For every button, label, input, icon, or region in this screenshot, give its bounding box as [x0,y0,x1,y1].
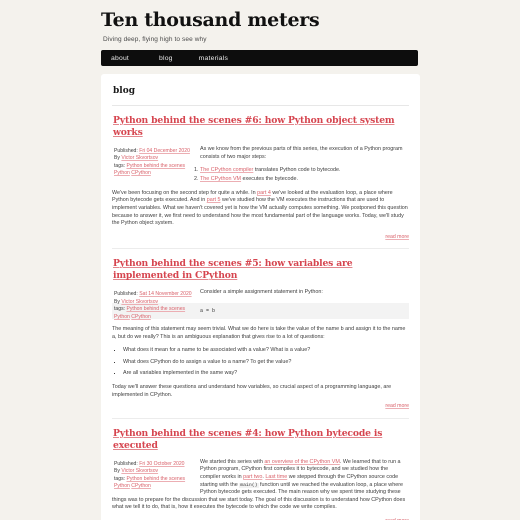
tag-link[interactable]: CPython [131,170,151,176]
author-link[interactable]: Victor Skvortsov [121,299,158,305]
published-label: Published: [114,460,138,467]
site-tagline: Diving deep, flying high to see why [103,36,207,43]
question-list: What does it mean for a name to be assoc… [112,347,409,378]
published-label: Published: [114,291,138,298]
step-text: translates Python code to bytecode. [253,167,341,174]
tag-link[interactable]: CPython [131,314,151,320]
step-link[interactable]: The CPython compiler [200,167,253,173]
main-navigation: about blog materials [101,50,418,66]
article-divider [112,417,409,419]
page-title: blog [113,86,136,96]
read-more-link[interactable]: read more [385,403,409,409]
tags-label: tags: [114,306,126,313]
content-card: blog Python behind the scenes #6: how Py… [101,74,420,520]
inline-link-part5[interactable]: part 5 [207,197,221,203]
inline-link-overview[interactable]: an overview of the CPython VM [264,459,340,465]
read-more-row: read more [112,234,409,242]
tags-label: tags: [114,162,126,169]
article-post-5: Python behind the scenes #5: how variabl… [112,258,409,410]
article-post-6: Python behind the scenes #6: how Python … [112,115,409,241]
nav-item-about[interactable]: about [111,55,129,62]
tag-link[interactable]: Python [114,170,130,176]
article-divider [112,248,409,250]
inline-link-part4[interactable]: part 4 [257,190,271,196]
site-title: Ten thousand meters [101,9,320,31]
article-title-link[interactable]: Python behind the scenes #5: how variabl… [113,258,409,282]
article-meta: Published: Fri 04 December 2020 By Victo… [114,148,192,178]
author-link[interactable]: Victor Skvortsov [121,155,158,161]
article-body: Published: Fri 04 December 2020 By Victo… [112,146,409,241]
by-label: By [114,298,120,305]
step-link[interactable]: The CPython VM [200,176,241,182]
by-label: By [114,155,120,162]
text-run: We started this series with [200,458,265,465]
list-item: What does CPython do to assign a value t… [123,359,409,367]
article-title-link[interactable]: Python behind the scenes #6: how Python … [113,115,409,139]
published-date[interactable]: Fri 04 December 2020 [139,148,190,154]
paragraph: We've been focusing on the second step f… [112,190,409,228]
paragraph: Today we'll answer these questions and u… [112,384,392,398]
title-divider [112,105,409,106]
published-label: Published: [114,148,138,154]
blog-page: Ten thousand meters Diving deep, flying … [0,0,520,520]
article-body: Published: Sat 14 November 2020 By Victo… [112,289,409,410]
by-label: By [114,468,120,475]
tag-link[interactable]: Python [114,483,130,489]
tag-link[interactable]: Python behind the scenes [126,163,185,169]
author-link[interactable]: Victor Skvortsov [121,468,158,474]
inline-link-part-two[interactable]: part two [243,474,262,480]
article-meta: Published: Sat 14 November 2020 By Victo… [114,291,192,321]
list-item: What does it mean for a name to be assoc… [123,347,409,355]
article-post-4: Python behind the scenes #4: how Python … [112,428,409,520]
published-date[interactable]: Sat 14 November 2020 [139,291,191,297]
list-item: Are all variables implemented in the sam… [123,370,409,378]
inline-code: main() [239,482,259,488]
tag-link[interactable]: Python behind the scenes [126,476,185,482]
read-more-link[interactable]: read more [385,234,409,240]
nav-item-materials[interactable]: materials [199,55,228,62]
read-more-row: read more [112,403,409,411]
tag-link[interactable]: Python behind the scenes [126,306,185,312]
article-title-link[interactable]: Python behind the scenes #4: how Python … [113,428,409,452]
site-masthead: Ten thousand meters Diving deep, flying … [0,0,520,43]
tag-link[interactable]: CPython [131,483,151,489]
step-text: executes the bytecode. [241,176,298,183]
nav-item-blog[interactable]: blog [159,55,173,62]
inline-link-last-time[interactable]: Last time [265,474,287,480]
published-date[interactable]: Fri 30 October 2020 [139,461,184,467]
text-run: We've been focusing on the second step f… [112,189,258,196]
article-body: Published: Fri 30 October 2020 By Victor… [112,459,409,520]
article-meta: Published: Fri 30 October 2020 By Victor… [114,461,192,491]
tag-link[interactable]: Python [114,314,130,320]
paragraph: The meaning of this statement may seem t… [112,326,406,340]
tags-label: tags: [114,475,126,482]
